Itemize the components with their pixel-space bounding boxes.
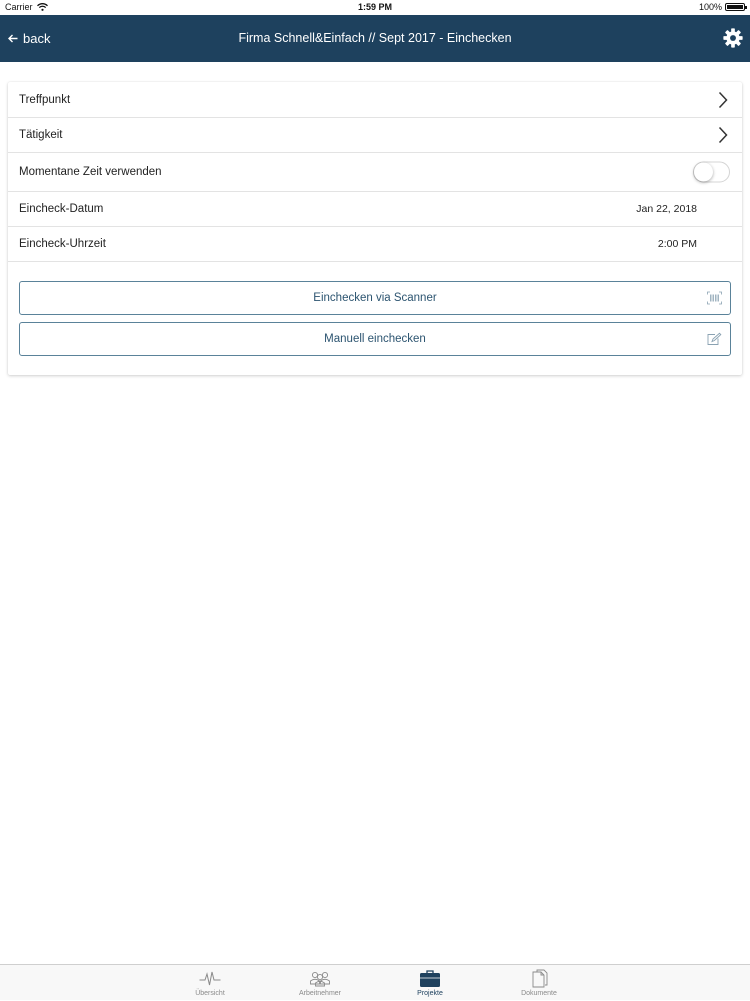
current-time-label: Momentane Zeit verwenden (19, 166, 162, 178)
time-row[interactable]: Eincheck-Uhrzeit 2:00 PM (8, 227, 742, 262)
time-value: 2:00 PM (657, 238, 697, 250)
document-icon (532, 969, 548, 988)
tab-label: Dokumente (521, 990, 557, 997)
scanner-checkin-button[interactable]: Einchecken via Scanner (19, 281, 731, 315)
navigation-bar: back Firma Schnell&Einfach // Sept 2017 … (0, 15, 750, 62)
taetigkeit-row[interactable]: Tätigkeit (8, 118, 742, 153)
treffpunkt-row[interactable]: Treffpunkt (8, 82, 742, 118)
back-button[interactable]: back (8, 15, 50, 62)
toggle-knob (694, 162, 713, 182)
status-bar: Carrier 1:59 PM 100% (0, 0, 750, 15)
battery-fill (727, 5, 743, 9)
manual-checkin-button[interactable]: Manuell einchecken (19, 322, 731, 356)
arrow-left-icon (8, 34, 18, 43)
battery-percent: 100% (698, 2, 722, 12)
tab-label: Übersicht (195, 990, 225, 997)
checkin-form-card: Treffpunkt Tätigkeit Momentane Zeit verw… (8, 82, 742, 375)
chevron-right-icon (718, 126, 728, 144)
edit-icon (707, 332, 722, 345)
back-label: back (23, 31, 51, 46)
time-label: Eincheck-Uhrzeit (19, 238, 106, 250)
current-time-toggle[interactable] (693, 161, 730, 183)
chevron-right-icon (718, 91, 728, 108)
tab-label: Projekte (417, 990, 443, 997)
barcode-icon (707, 291, 722, 305)
people-icon (310, 971, 330, 987)
manual-checkin-label: Manuell einchecken (324, 333, 426, 345)
treffpunkt-label: Treffpunkt (19, 93, 71, 106)
briefcase-icon (420, 970, 440, 987)
tab-label: Arbeitnehmer (298, 990, 342, 997)
battery-icon (725, 3, 747, 11)
gear-icon[interactable] (722, 27, 744, 49)
scanner-checkin-label: Einchecken via Scanner (313, 292, 437, 304)
tab-bar: Übersicht Arbeitnehmer Projekte Dokument… (0, 964, 750, 1000)
status-time: 1:59 PM (357, 2, 392, 12)
date-row[interactable]: Eincheck-Datum Jan 22, 2018 (8, 192, 742, 227)
tab-arbeitnehmer[interactable]: Arbeitnehmer (280, 965, 360, 1001)
page-title: Firma Schnell&Einfach // Sept 2017 - Ein… (238, 31, 512, 45)
date-value: Jan 22, 2018 (636, 203, 697, 215)
battery-info: 100% (698, 2, 747, 12)
taetigkeit-label: Tätigkeit (19, 129, 63, 141)
date-label: Eincheck-Datum (19, 203, 104, 215)
current-time-row: Momentane Zeit verwenden (8, 153, 742, 192)
tab-dokumente[interactable]: Dokumente (499, 965, 579, 1001)
tab-projekte[interactable]: Projekte (390, 965, 470, 1001)
tab-uebersicht[interactable]: Übersicht (170, 965, 250, 1001)
pulse-icon (199, 971, 221, 986)
